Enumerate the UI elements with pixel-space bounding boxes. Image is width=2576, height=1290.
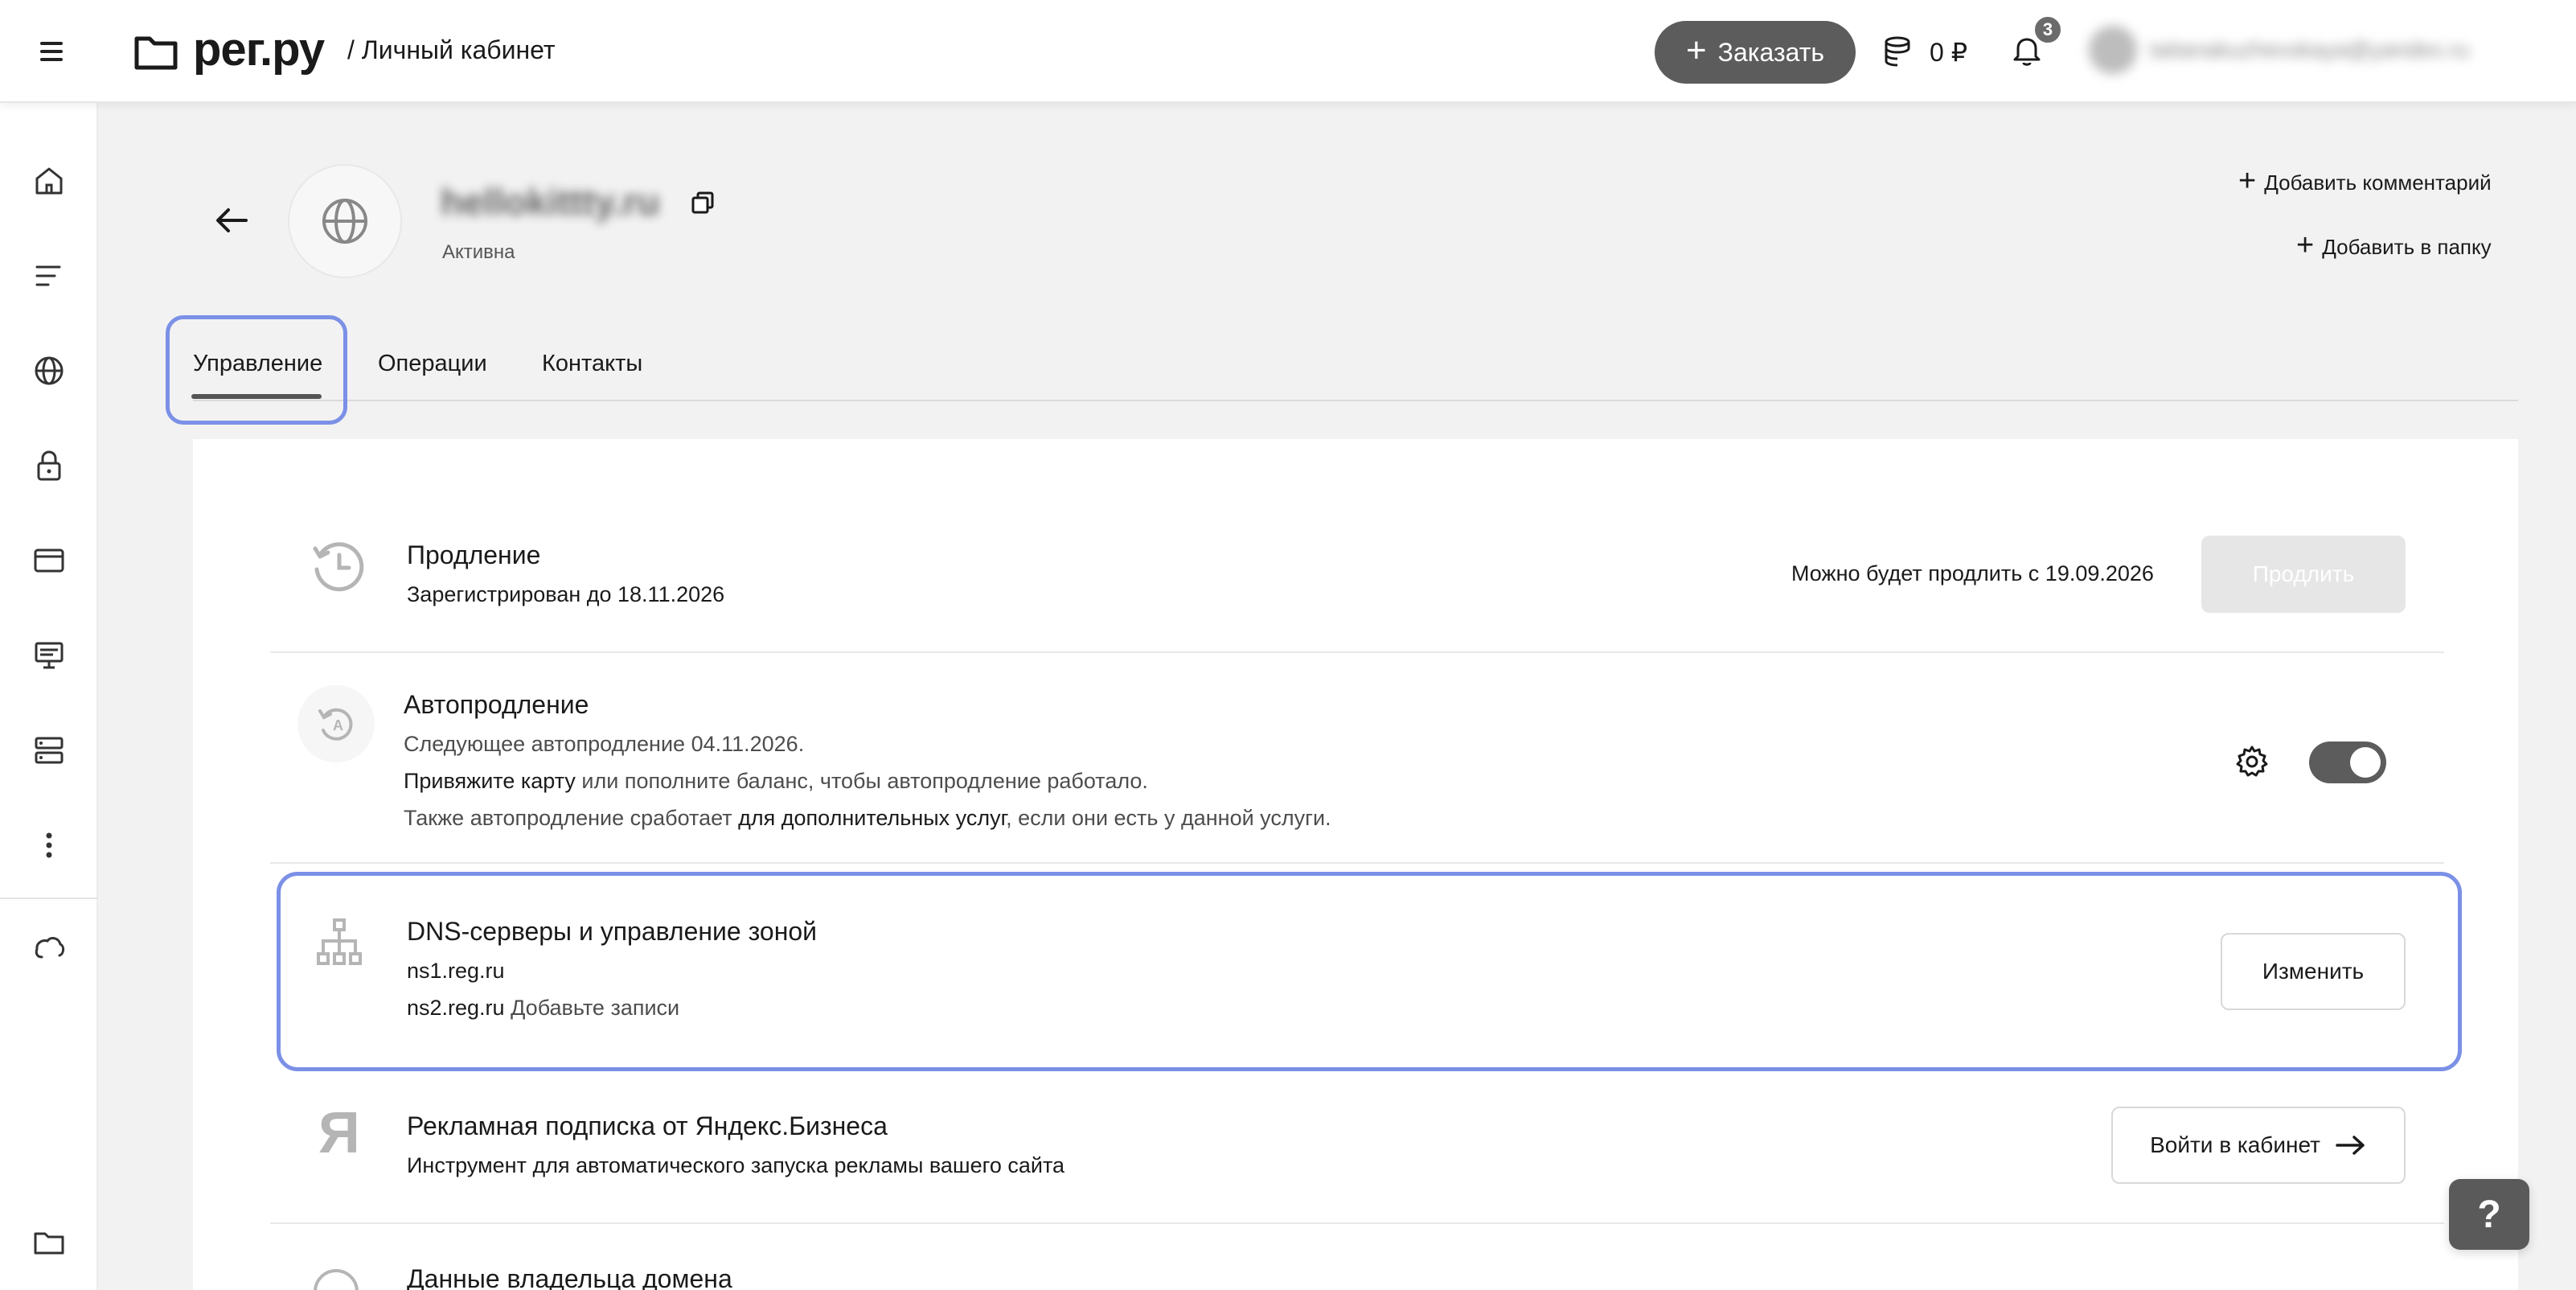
add-to-folder-label: Добавить в папку xyxy=(2322,234,2492,259)
lock-icon[interactable] xyxy=(31,447,68,484)
autorenew-toggle[interactable] xyxy=(2309,742,2386,783)
autorenew-icon-bg: A xyxy=(297,685,375,762)
monitor-icon[interactable] xyxy=(31,637,68,674)
back-arrow-icon[interactable] xyxy=(211,201,252,240)
renewal-subtitle: Зарегистрирован до 18.11.2026 xyxy=(407,582,725,606)
user-menu[interactable]: tatianakuzhevskaya@yandex.ru xyxy=(2089,18,2523,82)
order-button-label: Заказать xyxy=(1717,37,1825,67)
owner-title: Данные владельца домена xyxy=(407,1264,732,1290)
add-comment-button[interactable]: + Добавить комментарий xyxy=(2238,164,2492,198)
globe-icon[interactable] xyxy=(31,352,68,389)
sidebar-divider xyxy=(0,898,98,899)
yandex-title: Рекламная подписка от Яндекс.Бизнеса xyxy=(407,1111,888,1140)
add-to-folder-button[interactable]: + Добавить в папку xyxy=(2296,228,2492,262)
autorenew-card-note: Привяжите карту или пополните баланс, чт… xyxy=(404,769,1148,793)
list-icon[interactable] xyxy=(31,257,68,294)
add-comment-label: Добавить комментарий xyxy=(2264,170,2492,195)
extra-services-link[interactable]: для дополнительных услуг xyxy=(738,806,1006,830)
copy-icon[interactable] xyxy=(690,190,716,216)
plus-icon: + xyxy=(2238,164,2257,198)
autorenew-next-date: Следующее автопродление 04.11.2026. xyxy=(404,732,805,756)
autorenew-extra-note: Также автопродление сработает для дополн… xyxy=(404,806,1331,830)
cloud-icon[interactable] xyxy=(31,930,68,967)
tab-contacts[interactable]: Контакты xyxy=(542,351,642,377)
notifications-badge: 3 xyxy=(2032,14,2063,45)
plus-icon: + xyxy=(2296,228,2315,262)
tab-highlight-frame xyxy=(166,315,347,425)
enter-cabinet-label: Войти в кабинет xyxy=(2150,1132,2320,1157)
sidebar xyxy=(0,103,98,1290)
logo-subtitle: / Личный кабинет xyxy=(347,35,556,64)
server-icon[interactable] xyxy=(31,732,68,769)
help-button[interactable]: ? xyxy=(2449,1179,2529,1250)
more-icon[interactable] xyxy=(31,827,68,864)
row-divider xyxy=(270,651,2444,653)
globe-icon xyxy=(322,199,367,244)
arrow-right-icon xyxy=(2336,1136,2365,1155)
logo-text[interactable]: рег.ру xyxy=(193,23,325,76)
folder-logo-icon xyxy=(134,36,178,70)
row-divider xyxy=(270,862,2444,864)
menu-icon[interactable] xyxy=(40,42,68,63)
renew-clock-icon xyxy=(313,542,364,592)
tab-operations[interactable]: Операции xyxy=(378,351,487,377)
coins-icon[interactable] xyxy=(1881,34,1918,71)
autorenew-title: Автопродление xyxy=(404,690,589,719)
yandex-subtitle: Инструмент для автоматического запуска р… xyxy=(407,1153,1065,1177)
plus-icon: + xyxy=(1685,31,1707,70)
top-header: рег.ру / Личный кабинет + Заказать 0 ₽ 3… xyxy=(0,0,2576,103)
user-icon xyxy=(314,1269,359,1290)
bind-card-link[interactable]: Привяжите карту xyxy=(404,769,576,793)
browser-icon[interactable] xyxy=(31,542,68,579)
domain-avatar xyxy=(288,164,402,278)
row-divider xyxy=(270,1222,2444,1224)
domain-name: hellokittty.ru xyxy=(441,181,660,223)
yandex-logo: Я xyxy=(318,1101,360,1165)
gear-icon[interactable] xyxy=(2233,743,2270,780)
enter-cabinet-button[interactable]: Войти в кабинет xyxy=(2111,1107,2406,1184)
avatar xyxy=(2089,26,2137,74)
renew-button[interactable]: Продлить xyxy=(2201,536,2406,613)
balance-value[interactable]: 0 ₽ xyxy=(1930,37,1967,68)
svg-text:A: A xyxy=(333,717,343,733)
autorenew-icon: A xyxy=(318,708,353,741)
domain-status: Активна xyxy=(442,241,515,263)
renewal-note: Можно будет продлить с 19.09.2026 xyxy=(1791,561,2154,585)
toggle-knob xyxy=(2350,747,2381,778)
folder-icon[interactable] xyxy=(31,1224,68,1261)
dns-highlight-frame xyxy=(277,872,2462,1071)
order-button[interactable]: + Заказать xyxy=(1655,21,1856,84)
renewal-title: Продление xyxy=(407,540,541,569)
tabs-divider xyxy=(193,400,2518,401)
home-icon[interactable] xyxy=(31,162,68,199)
user-email: tatianakuzhevskaya@yandex.ru xyxy=(2150,37,2470,62)
